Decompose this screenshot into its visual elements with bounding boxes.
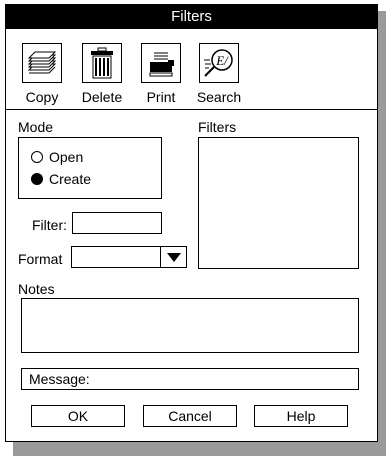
radio-create-label: Create [49,171,92,187]
search-button[interactable]: E/ Search [189,43,249,105]
print-label: Print [146,89,176,105]
mode-group: Open Create [18,137,162,199]
delete-button[interactable]: Delete [72,43,132,105]
filter-field-label: Filter: [32,217,67,233]
radio-open-indicator[interactable] [31,151,43,163]
copy-label: Copy [25,89,59,105]
copy-icon [22,43,62,83]
filters-dialog: Filters Copy Delete Print E/ Search Mode… [5,4,378,442]
print-icon [141,43,181,83]
delete-label: Delete [81,89,123,105]
radio-open[interactable]: Open [31,149,83,165]
toolbar: Copy Delete Print E/ Search [6,29,377,110]
search-icon: E/ [199,43,239,83]
format-label: Format [18,251,63,267]
chevron-down-icon[interactable] [160,247,186,267]
print-button[interactable]: Print [131,43,191,105]
filters-list-label: Filters [198,119,237,135]
filters-list[interactable] [198,137,359,269]
notes-label: Notes [18,281,55,297]
help-button[interactable]: Help [254,405,348,427]
message-label: Message: [29,371,90,387]
svg-text:E/: E/ [215,53,229,68]
mode-label: Mode [18,119,54,135]
notes-textarea[interactable] [21,298,359,353]
format-select[interactable] [71,246,187,268]
copy-button[interactable]: Copy [12,43,72,105]
filter-input[interactable] [72,212,162,234]
message-bar: Message: [21,368,359,390]
radio-create-indicator[interactable] [31,173,43,185]
delete-icon [82,43,122,83]
window-title: Filters [6,5,377,29]
search-label: Search [196,89,242,105]
radio-open-label: Open [49,149,84,165]
cancel-button[interactable]: Cancel [143,405,237,427]
ok-button[interactable]: OK [31,405,125,427]
radio-create[interactable]: Create [31,171,91,187]
